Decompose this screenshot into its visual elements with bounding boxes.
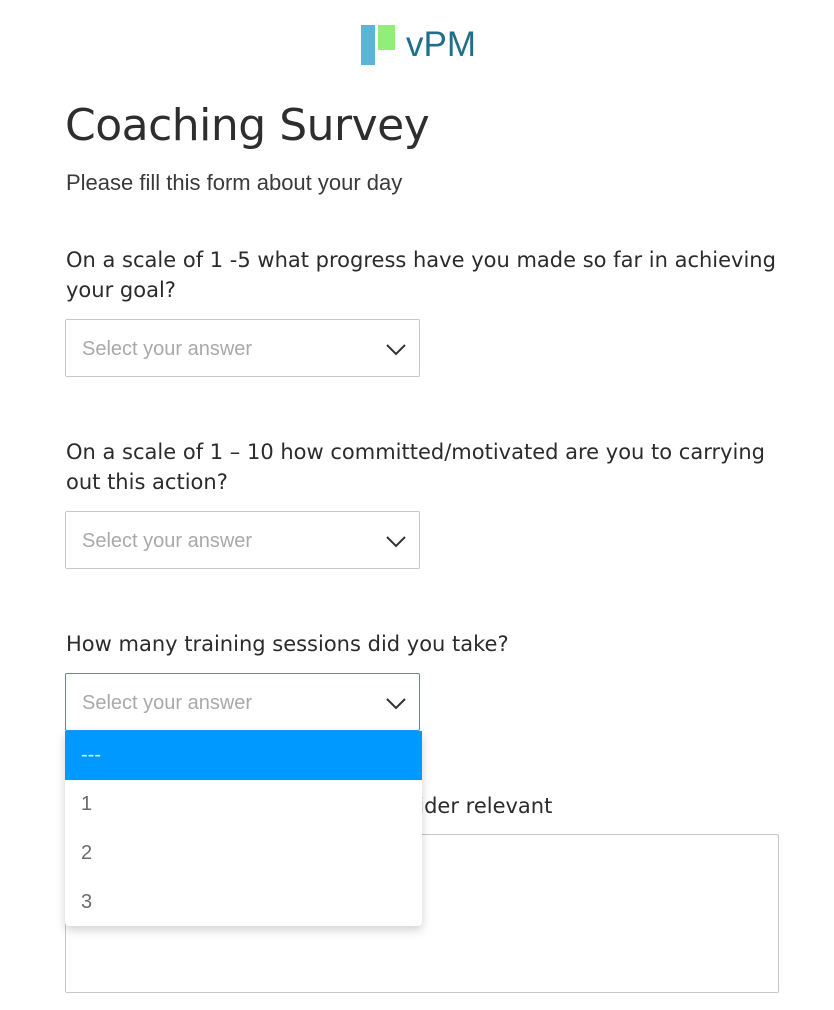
- dropdown-option[interactable]: 2: [65, 829, 422, 878]
- question-1-select[interactable]: Select your answer: [65, 319, 420, 377]
- page-title: Coaching Survey: [65, 100, 430, 151]
- question-1-placeholder: Select your answer: [82, 338, 253, 360]
- logo-text: vPM: [406, 25, 476, 64]
- question-2-label: On a scale of 1 – 10 how committed/motiv…: [66, 440, 766, 494]
- question-2-select[interactable]: Select your answer: [65, 511, 420, 569]
- question-1-label: On a scale of 1 -5 what progress have yo…: [66, 248, 776, 302]
- question-2-placeholder: Select your answer: [82, 530, 253, 552]
- question-3-dropdown-menu: --- 1 2 3: [65, 731, 422, 926]
- dropdown-option[interactable]: ---: [65, 731, 422, 780]
- question-3-select[interactable]: Select your answer: [65, 673, 420, 731]
- logo-green-bar: [378, 25, 395, 50]
- logo-mark-icon: [360, 24, 396, 66]
- question-3-label: How many training sessions did you take?: [66, 632, 509, 656]
- dropdown-option[interactable]: 1: [65, 780, 422, 829]
- chevron-down-icon: [386, 698, 406, 710]
- page-subtitle: Please fill this form about your day: [66, 170, 403, 195]
- logo-blue-bar: [361, 25, 375, 65]
- vpm-logo: vPM: [360, 24, 476, 66]
- question-3-placeholder: Select your answer: [82, 692, 253, 714]
- chevron-down-icon: [386, 344, 406, 356]
- dropdown-option[interactable]: 3: [65, 878, 422, 926]
- chevron-down-icon: [386, 536, 406, 548]
